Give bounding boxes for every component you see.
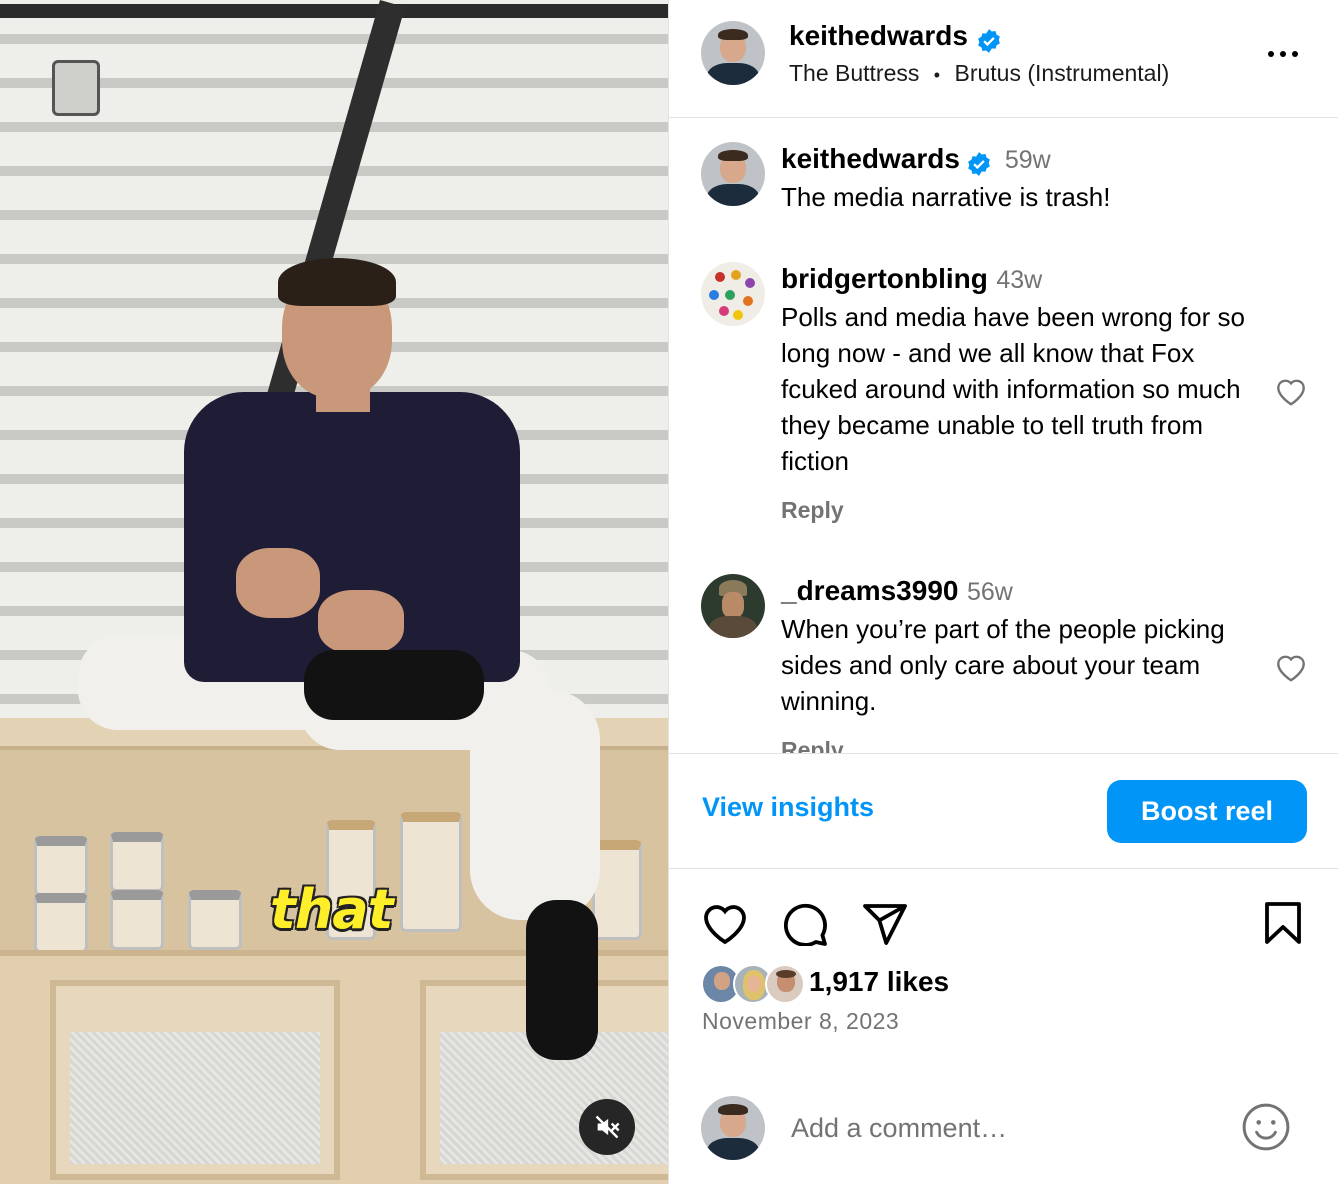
jar: [34, 893, 88, 953]
avatar: [701, 1096, 765, 1160]
more-horizontal-icon: [1268, 51, 1298, 57]
jar: [400, 812, 462, 932]
insights-bar: View insights Boost reel: [669, 753, 1338, 869]
likes-count[interactable]: 1,917 likes: [809, 966, 949, 998]
comment-username[interactable]: _dreams3990: [781, 575, 958, 606]
post-date: November 8, 2023: [702, 1008, 900, 1034]
person-leg: [470, 690, 600, 920]
boost-reel-button[interactable]: Boost reel: [1107, 780, 1307, 843]
jar: [34, 836, 88, 896]
jar: [110, 832, 164, 892]
person-hair: [278, 258, 396, 306]
reel-video[interactable]: that: [0, 0, 668, 1184]
like-comment-heart-icon[interactable]: [1273, 373, 1309, 407]
liker-avatar[interactable]: [765, 964, 805, 1004]
audio-track[interactable]: Brutus (Instrumental): [954, 60, 1169, 86]
avatar[interactable]: [701, 142, 765, 206]
comment-age[interactable]: 56w: [967, 578, 1013, 606]
comment-composer: [669, 1072, 1338, 1184]
comment-username[interactable]: bridgertonbling: [781, 263, 988, 294]
comment-age[interactable]: 43w: [996, 266, 1042, 294]
comment-input[interactable]: [791, 1108, 1211, 1148]
jar: [188, 890, 242, 950]
spotlight: [52, 60, 100, 116]
comment-username[interactable]: keithedwards: [781, 143, 960, 174]
audio-info[interactable]: The Buttress • Brutus (Instrumental): [789, 60, 1169, 87]
person-hand: [318, 590, 404, 654]
ceiling-rail: [0, 4, 668, 18]
reply-button[interactable]: Reply: [781, 737, 844, 753]
avatar[interactable]: [701, 262, 765, 326]
comment-age[interactable]: 59w: [1005, 146, 1051, 174]
avatar[interactable]: [701, 21, 765, 85]
bookmark-icon[interactable]: [1263, 900, 1303, 946]
comment-text: When you’re part of the people picking s…: [781, 614, 1225, 716]
like-comment-heart-icon[interactable]: [1273, 649, 1309, 683]
jar: [110, 890, 164, 950]
view-insights-link[interactable]: View insights: [702, 792, 874, 823]
muted-speaker-icon: [595, 1115, 620, 1139]
video-caption: that: [270, 878, 394, 941]
comment-icon[interactable]: [781, 900, 829, 946]
audio-separator: •: [933, 65, 941, 85]
post-header: keithedwards The Buttress • Brutus (Inst…: [669, 0, 1338, 118]
cabinet-door: [50, 980, 340, 1180]
comments-list[interactable]: keithedwards 59w The media narrative is …: [669, 119, 1338, 753]
comment-text: Polls and media have been wrong for so l…: [781, 302, 1245, 476]
more-options-button[interactable]: [1265, 40, 1301, 68]
mute-button[interactable]: [579, 1099, 635, 1155]
heart-icon[interactable]: [701, 900, 749, 946]
person-hand: [236, 548, 320, 618]
person-sock: [304, 650, 484, 720]
smiley-icon[interactable]: [1241, 1102, 1291, 1152]
reply-button[interactable]: Reply: [781, 497, 844, 524]
post-actions: 1,917 likes November 8, 2023: [669, 870, 1338, 1060]
avatar[interactable]: [701, 574, 765, 638]
verified-badge-icon: [968, 151, 991, 176]
post-username[interactable]: keithedwards: [789, 20, 968, 51]
verified-badge-icon: [978, 28, 1001, 53]
share-icon[interactable]: [861, 900, 909, 946]
audio-artist[interactable]: The Buttress: [789, 60, 919, 86]
person-sock: [526, 900, 598, 1060]
post-panel: keithedwards The Buttress • Brutus (Inst…: [668, 0, 1338, 1184]
comment-text: The media narrative is trash!: [781, 182, 1111, 212]
